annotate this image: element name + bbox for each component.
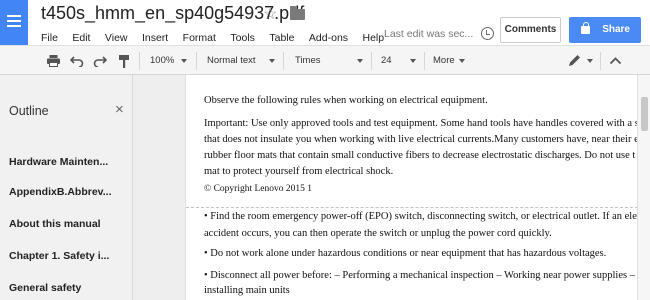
doc-line: that does not insulate you when working …	[204, 134, 637, 145]
paint-format-icon[interactable]	[118, 54, 130, 69]
header: t450s_hmm_en_sp40g54937.pdf ☆ File Edit …	[0, 0, 650, 45]
font-size-select[interactable]: 24	[381, 55, 392, 66]
copyright-line: © Copyright Lenovo 2015 1	[204, 184, 313, 194]
share-button[interactable]: Share	[569, 17, 641, 43]
menu-file[interactable]: File	[41, 32, 58, 44]
outline-item[interactable]: About this manual	[9, 218, 131, 230]
outline-panel: Outline × Hardware Mainten... AppendixB.…	[0, 75, 133, 300]
zoom-caret-icon	[181, 59, 187, 63]
size-caret-icon	[410, 59, 416, 63]
docs-home-icon[interactable]	[0, 0, 28, 45]
menu-bar: File Edit View Insert Format Tools Table…	[41, 28, 394, 44]
menu-format[interactable]: Format	[183, 32, 216, 44]
outline-item[interactable]: Hardware Mainten...	[9, 156, 131, 168]
outline-title: Outline	[9, 104, 49, 118]
more-button[interactable]: More	[433, 55, 455, 66]
share-label: Share	[602, 24, 630, 35]
doc-line: • Disconnect all power before: – Perform…	[204, 270, 635, 281]
page-break	[186, 207, 637, 208]
doc-line: accident occurs, you can then operate th…	[204, 228, 552, 239]
zoom-select[interactable]: 100%	[150, 55, 174, 66]
lock-icon	[581, 22, 590, 34]
style-caret-icon	[269, 59, 275, 63]
doc-line: Important: Use only approved tools and t…	[204, 118, 637, 129]
document-page[interactable]: Observe the following rules when working…	[185, 75, 637, 300]
editing-mode-caret-icon[interactable]	[587, 59, 593, 63]
doc-line: • Do not work alone under hazardous cond…	[204, 248, 607, 259]
redo-icon[interactable]	[93, 55, 107, 67]
comments-button[interactable]: Comments	[500, 17, 561, 43]
last-edit-link[interactable]: Last edit was sec...	[384, 28, 473, 40]
font-caret-icon	[357, 59, 363, 63]
star-icon[interactable]: ☆	[263, 4, 277, 24]
doc-line: Observe the following rules when working…	[204, 95, 488, 106]
menu-view[interactable]: View	[105, 32, 128, 44]
edit-pencil-icon[interactable]	[567, 53, 582, 68]
outline-item[interactable]: AppendixB.Abbrev...	[9, 186, 131, 198]
toolbar: 100% Normal text Times 24 More	[0, 45, 650, 75]
close-icon[interactable]: ×	[115, 101, 124, 118]
menu-addons[interactable]: Add-ons	[309, 32, 348, 44]
paragraph-style-select[interactable]: Normal text	[207, 55, 256, 66]
menu-tools[interactable]: Tools	[230, 32, 255, 44]
more-caret-icon	[459, 59, 465, 63]
doc-line: • Find the room emergency power-off (EPO…	[204, 211, 637, 222]
outline-item[interactable]: General safety	[9, 282, 131, 294]
font-select[interactable]: Times	[295, 55, 321, 66]
collapse-up-icon[interactable]	[609, 56, 622, 65]
outline-item[interactable]: Chapter 1. Safety i...	[9, 250, 131, 262]
print-icon[interactable]	[46, 54, 61, 68]
scrollbar-thumb[interactable]	[641, 97, 648, 131]
vertical-scrollbar[interactable]	[637, 75, 650, 300]
menu-help[interactable]: Help	[362, 32, 384, 44]
folder-icon[interactable]	[290, 6, 305, 20]
doc-line: rubber floor mats that contain small con…	[204, 150, 636, 161]
menu-insert[interactable]: Insert	[142, 32, 168, 44]
undo-icon[interactable]	[70, 55, 84, 67]
menu-table[interactable]: Table	[269, 32, 294, 44]
menu-edit[interactable]: Edit	[72, 32, 90, 44]
history-icon[interactable]	[481, 27, 494, 40]
doc-line: mat to protect yourself from electrical …	[204, 166, 394, 177]
doc-line: installing main units	[204, 285, 290, 296]
